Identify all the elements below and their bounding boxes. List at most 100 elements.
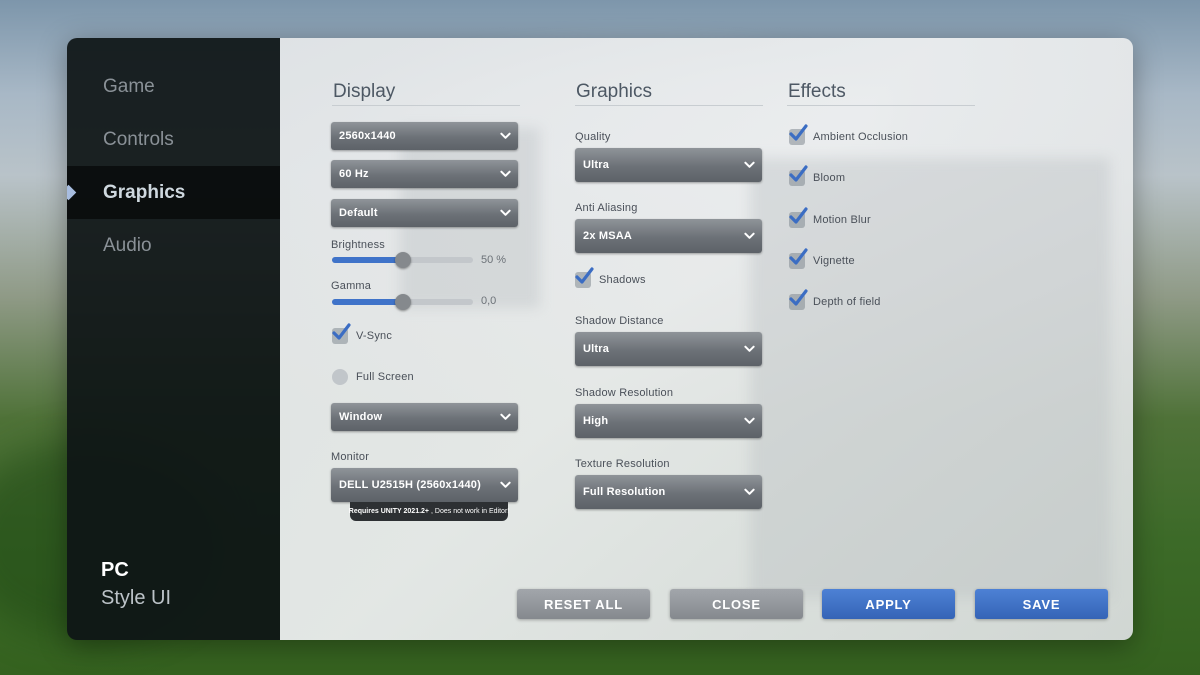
gamma-slider-thumb[interactable] <box>394 294 411 310</box>
shadows-label: Shadows <box>599 274 646 286</box>
resolution-value: 2560x1440 <box>339 130 396 142</box>
fullscreen-label: Full Screen <box>356 371 414 383</box>
monitor-value: DELL U2515H (2560x1440) <box>339 479 481 491</box>
sidebar-item-controls[interactable]: Controls <box>67 113 280 166</box>
monitor-label: Monitor <box>331 451 370 463</box>
display-preset-dropdown[interactable]: Default <box>331 199 518 227</box>
settings-panel: Game Controls Graphics Audio PC Style UI… <box>67 38 1133 640</box>
checkmark-icon <box>789 207 808 224</box>
chevron-down-icon <box>500 481 511 488</box>
apply-button[interactable]: APPLY <box>822 589 955 619</box>
vsync-label: V-Sync <box>356 330 393 342</box>
chevron-down-icon <box>744 488 755 495</box>
display-title: Display <box>333 81 396 102</box>
window-mode-value: Window <box>339 411 383 423</box>
ambient-occlusion-checkbox[interactable]: Ambient Occlusion <box>789 124 909 145</box>
motion-blur-label: Motion Blur <box>813 214 871 226</box>
brightness-slider[interactable] <box>332 252 473 268</box>
checkmark-icon <box>789 248 808 265</box>
bloom-checkbox-box <box>789 165 808 186</box>
sidebar: Game Controls Graphics Audio PC Style UI <box>67 38 280 640</box>
gamma-value: 0,0 <box>481 295 497 307</box>
display-preset-value: Default <box>339 207 378 219</box>
monitor-tooltip: Requires UNITY 2021.2+, Does not work in… <box>348 502 510 521</box>
sidebar-item-game[interactable]: Game <box>67 60 280 113</box>
vsync-checkbox[interactable]: V-Sync <box>332 323 393 344</box>
refresh-rate-dropdown[interactable]: 60 Hz <box>331 160 518 188</box>
checkmark-icon <box>332 323 351 340</box>
resolution-dropdown[interactable]: 2560x1440 <box>331 122 518 150</box>
checkmark-icon <box>789 165 808 182</box>
brightness-slider-fill <box>332 257 403 263</box>
monitor-tooltip-text: , Does not work in Editor! <box>431 508 510 515</box>
graphics-divider <box>575 105 763 106</box>
ambient-occlusion-checkbox-box <box>789 124 808 145</box>
display-divider <box>332 105 520 106</box>
vignette-checkbox-box <box>789 248 808 269</box>
sidebar-item-label: Graphics <box>103 181 186 203</box>
vsync-checkbox-box <box>332 323 351 344</box>
effects-title: Effects <box>788 81 846 102</box>
chevron-down-icon <box>500 170 511 177</box>
refresh-rate-value: 60 Hz <box>339 168 369 180</box>
brand-subtitle: Style UI <box>101 587 172 609</box>
ambient-occlusion-label: Ambient Occlusion <box>813 131 909 143</box>
save-button[interactable]: SAVE <box>975 589 1108 619</box>
checkmark-icon <box>575 267 594 284</box>
chevron-down-icon <box>500 209 511 216</box>
sidebar-item-label: Game <box>103 75 155 97</box>
effects-divider <box>787 105 975 106</box>
texture-resolution-dropdown[interactable]: Full Resolution <box>575 475 762 509</box>
quality-value: Ultra <box>583 159 610 171</box>
settings-content: Display 2560x1440 60 Hz Default Brightne… <box>280 38 1133 640</box>
depth-of-field-checkbox-box <box>789 289 808 310</box>
gamma-slider-fill <box>332 299 403 305</box>
shadow-resolution-value: High <box>583 415 609 427</box>
bloom-checkbox[interactable]: Bloom <box>789 165 846 186</box>
graphics-title: Graphics <box>576 81 653 102</box>
brightness-value: 50 % <box>481 254 507 266</box>
shadow-distance-value: Ultra <box>583 343 610 355</box>
gamma-slider[interactable] <box>332 294 473 310</box>
gamma-label: Gamma <box>331 280 372 292</box>
sidebar-item-label: Audio <box>103 234 152 256</box>
sidebar-item-audio[interactable]: Audio <box>67 219 280 272</box>
fullscreen-checkbox[interactable]: Full Screen <box>332 369 414 385</box>
close-button[interactable]: CLOSE <box>670 589 803 619</box>
sidebar-item-graphics[interactable]: Graphics <box>67 166 280 219</box>
checkmark-icon <box>789 124 808 141</box>
shadow-resolution-dropdown[interactable]: High <box>575 404 762 438</box>
chevron-down-icon <box>500 132 511 139</box>
brightness-slider-thumb[interactable] <box>394 252 411 268</box>
motion-blur-checkbox-box <box>789 207 808 228</box>
brand-title: PC <box>101 559 129 581</box>
motion-blur-checkbox[interactable]: Motion Blur <box>789 207 871 228</box>
monitor-tooltip-bold: Requires UNITY 2021.2+ <box>348 508 430 515</box>
shadows-checkbox-box <box>575 267 594 288</box>
fullscreen-checkbox-box <box>332 369 348 385</box>
shadow-distance-dropdown[interactable]: Ultra <box>575 332 762 366</box>
anti-aliasing-label: Anti Aliasing <box>575 202 638 214</box>
monitor-dropdown[interactable]: DELL U2515H (2560x1440) <box>331 468 518 502</box>
depth-of-field-checkbox[interactable]: Depth of field <box>789 289 881 310</box>
quality-label: Quality <box>575 131 611 143</box>
shadows-checkbox[interactable]: Shadows <box>575 267 646 288</box>
texture-resolution-label: Texture Resolution <box>575 458 670 470</box>
chevron-down-icon <box>744 232 755 239</box>
vignette-checkbox[interactable]: Vignette <box>789 248 855 269</box>
reset-all-button[interactable]: RESET ALL <box>517 589 650 619</box>
chevron-down-icon <box>500 413 511 420</box>
quality-dropdown[interactable]: Ultra <box>575 148 762 182</box>
bloom-label: Bloom <box>813 172 846 184</box>
window-mode-dropdown[interactable]: Window <box>331 403 518 431</box>
vignette-label: Vignette <box>813 255 855 267</box>
chevron-down-icon <box>744 417 755 424</box>
brightness-label: Brightness <box>331 239 385 251</box>
texture-resolution-value: Full Resolution <box>583 486 666 498</box>
checkmark-icon <box>789 289 808 306</box>
chevron-down-icon <box>744 345 755 352</box>
anti-aliasing-value: 2x MSAA <box>583 230 633 242</box>
chevron-down-icon <box>744 161 755 168</box>
anti-aliasing-dropdown[interactable]: 2x MSAA <box>575 219 762 253</box>
depth-of-field-label: Depth of field <box>813 296 881 308</box>
